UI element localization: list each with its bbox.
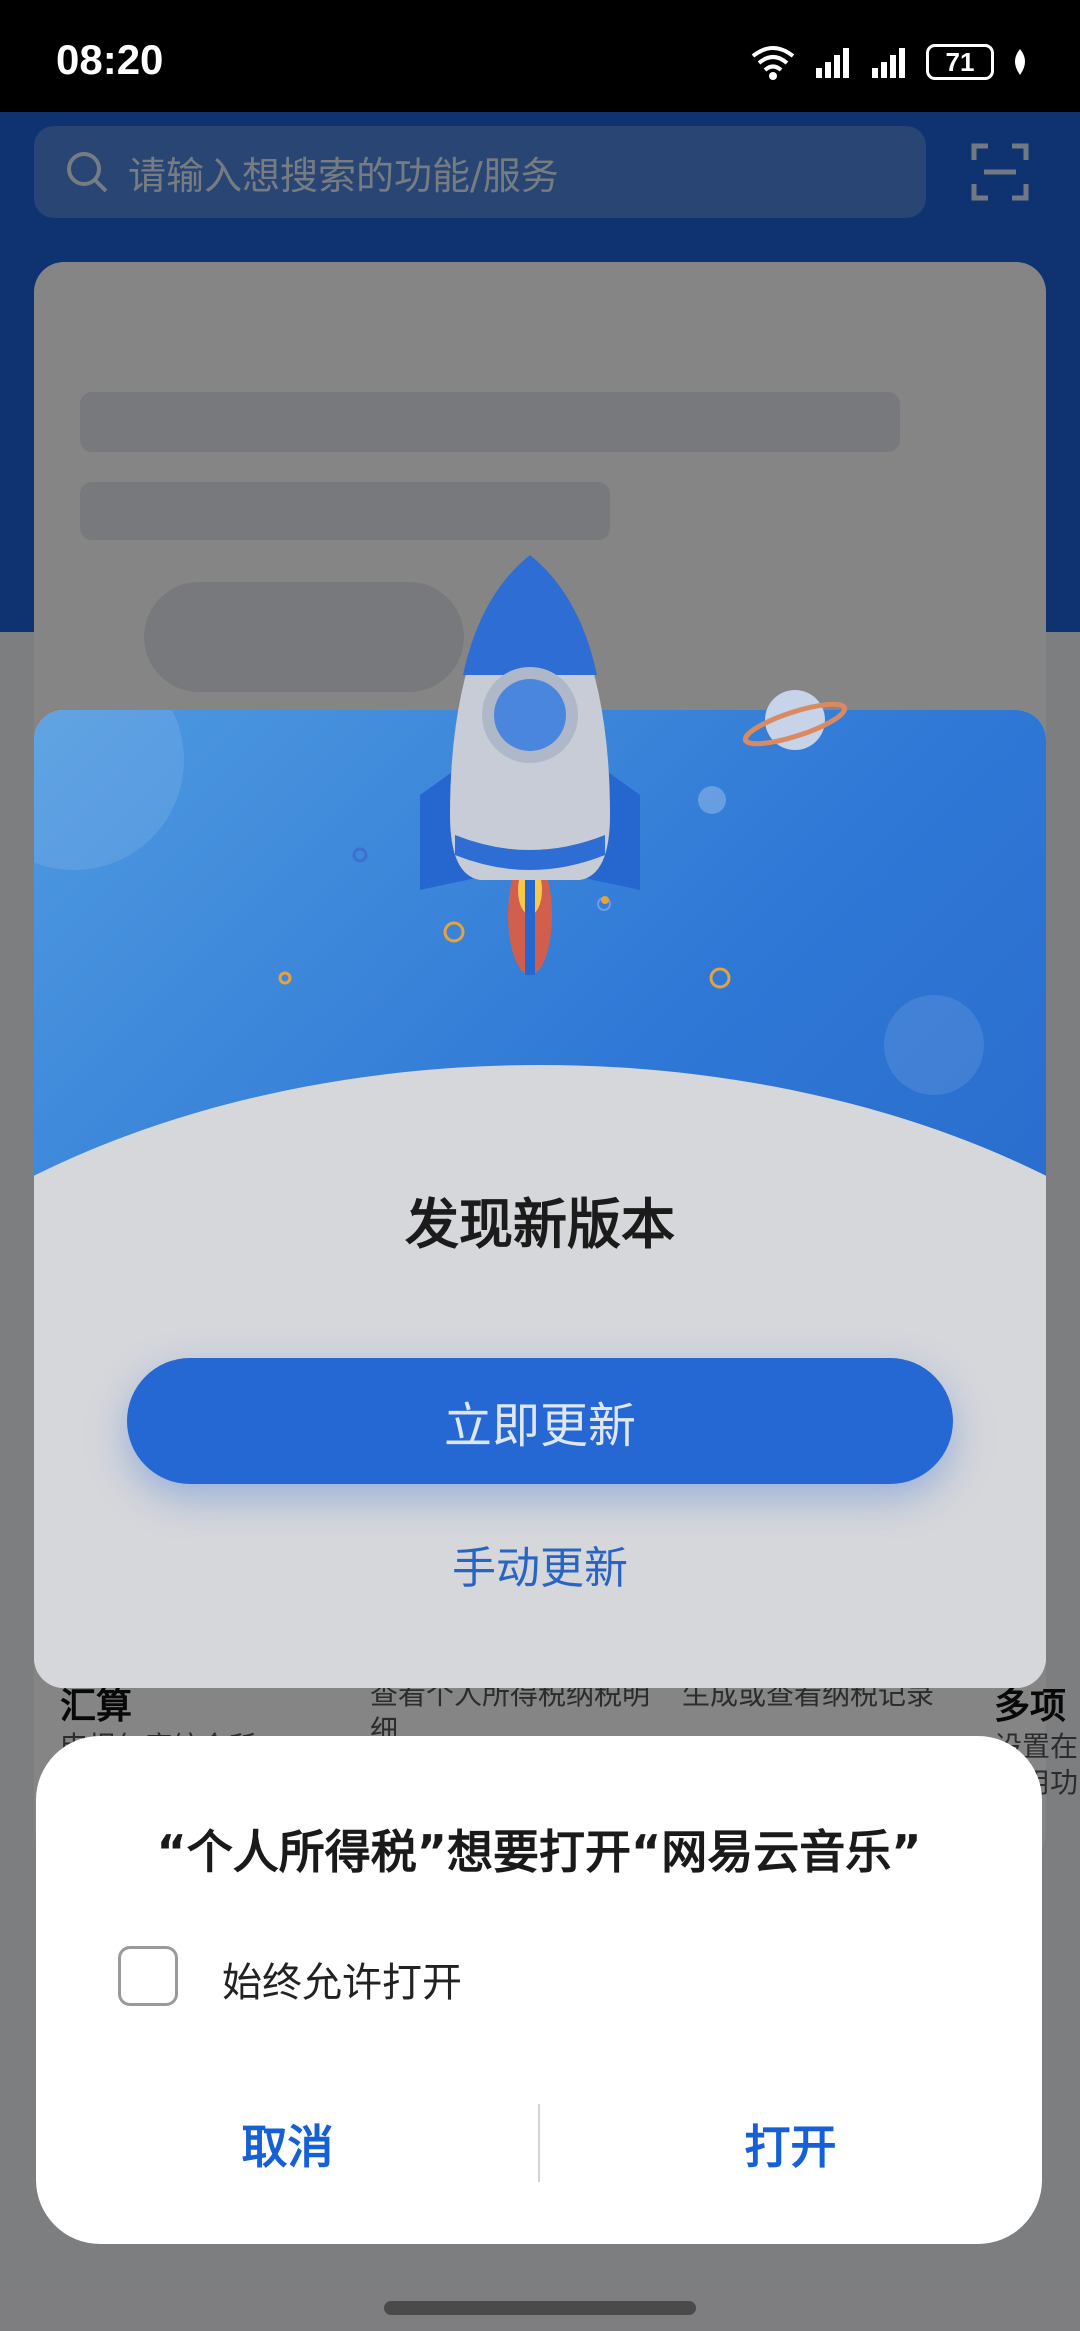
update-now-button[interactable]: 立即更新 <box>127 1358 953 1484</box>
manual-update-link[interactable]: 手动更新 <box>34 1532 1046 1596</box>
cancel-button[interactable]: 取消 <box>36 2101 539 2187</box>
battery-indicator: 71 <box>926 44 994 80</box>
signal-icon-2 <box>872 48 905 78</box>
update-title: 发现新版本 <box>405 1193 675 1256</box>
open-button[interactable]: 打开 <box>539 2101 1042 2187</box>
planet-icon <box>742 690 848 750</box>
always-allow-checkbox[interactable] <box>118 1946 178 2006</box>
status-bar: 08:20 71 <box>0 0 1080 112</box>
home-indicator[interactable] <box>384 2301 696 2315</box>
wifi-icon <box>751 46 795 80</box>
status-time: 08:20 <box>56 36 164 83</box>
signal-icon <box>816 48 849 78</box>
dialog-title: “个人所得税”想要打开“网易云音乐” <box>156 1825 922 1879</box>
rocket-icon <box>420 555 640 975</box>
status-icons: 71 <box>748 40 1030 84</box>
always-allow-label[interactable]: 始终允许打开 <box>222 1950 462 2008</box>
open-app-dialog: “个人所得税”想要打开“网易云音乐” 始终允许打开 取消 打开 <box>36 1736 1042 2244</box>
leaf-icon <box>1015 49 1025 75</box>
